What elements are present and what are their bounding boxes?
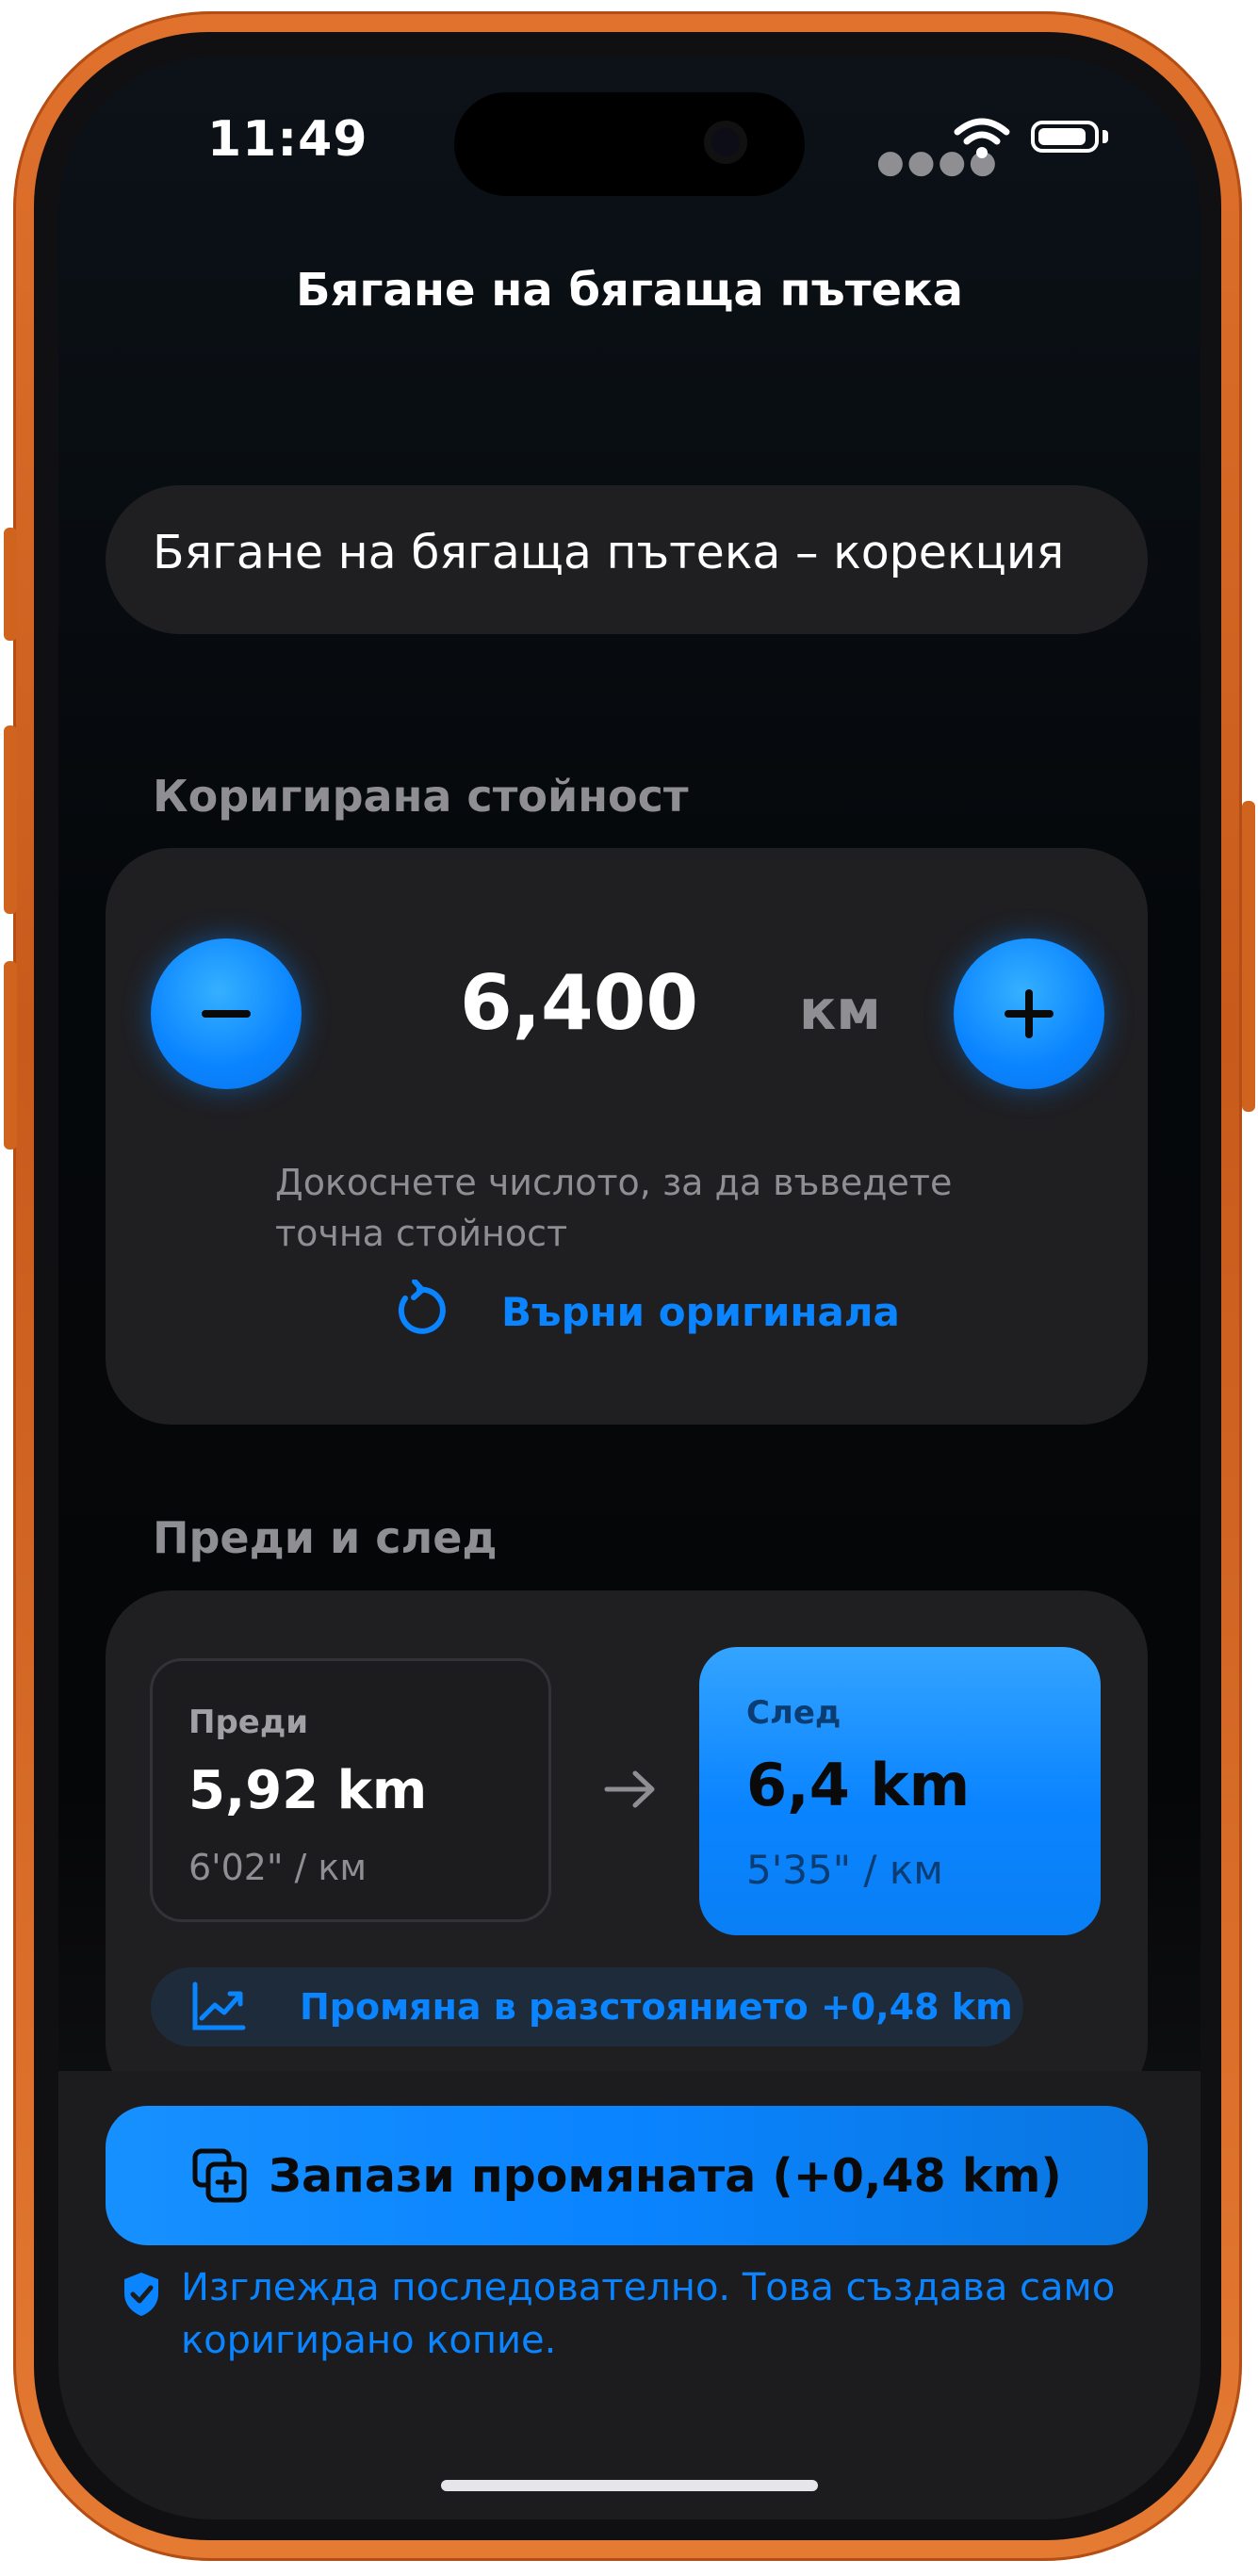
revert-original-link[interactable]: Върни оригинала	[501, 1289, 900, 1335]
home-indicator[interactable]	[441, 2480, 818, 2491]
comparison-section-label: Преди и след	[153, 1512, 498, 1563]
save-button-label: Запази промяната (+0,48 km)	[269, 2148, 1062, 2203]
distance-value[interactable]: 6,400	[460, 959, 698, 1047]
screen: 11:49 ●●●● Бягане на бягаща пътека Бяган…	[58, 57, 1201, 2519]
before-label: Преди	[188, 1704, 309, 1741]
page-title: Бягане на бягаща пътека	[295, 264, 964, 317]
decrement-button[interactable]	[151, 938, 302, 1089]
increment-button[interactable]	[954, 938, 1104, 1089]
after-distance: 6,4 km	[746, 1751, 971, 1819]
revert-icon[interactable]	[388, 1280, 450, 1342]
arrow-right-icon	[604, 1770, 655, 1808]
power-button	[1242, 801, 1255, 1112]
plus-icon	[1005, 989, 1054, 1038]
volume-up-button	[4, 726, 17, 914]
after-label: След	[746, 1694, 841, 1732]
before-pace: 6'02" / км	[188, 1847, 368, 1888]
distance-unit: км	[799, 978, 881, 1042]
before-distance: 5,92 km	[188, 1760, 428, 1821]
after-pace: 5'35" / км	[746, 1847, 943, 1893]
battery-icon	[1031, 121, 1099, 153]
action-button	[4, 528, 17, 641]
volume-down-button	[4, 961, 17, 1149]
wifi-icon	[954, 118, 1010, 158]
shield-check-icon	[124, 2273, 158, 2316]
duplicate-icon	[192, 2148, 247, 2203]
activity-name-value[interactable]: Бягане на бягаща пътека – корекция	[153, 526, 1064, 579]
camera-icon	[704, 121, 747, 164]
consistency-note: Изглежда последователно. Това създава са…	[181, 2266, 1116, 2362]
status-time: 11:49	[207, 111, 368, 168]
dynamic-island	[454, 92, 805, 196]
chart-trend-icon	[192, 1981, 246, 2030]
minus-icon	[202, 1010, 251, 1018]
save-change-button[interactable]: Запази промяната (+0,48 km)	[106, 2106, 1148, 2245]
change-text: Промяна в разстоянието +0,48 km	[300, 1986, 1013, 2028]
corrected-section-label: Коригирана стойност	[153, 771, 689, 822]
battery-tip	[1103, 130, 1108, 143]
corrected-value-card	[106, 848, 1148, 1425]
tap-hint: Докоснете числото, за да въведете точна …	[275, 1162, 953, 1254]
